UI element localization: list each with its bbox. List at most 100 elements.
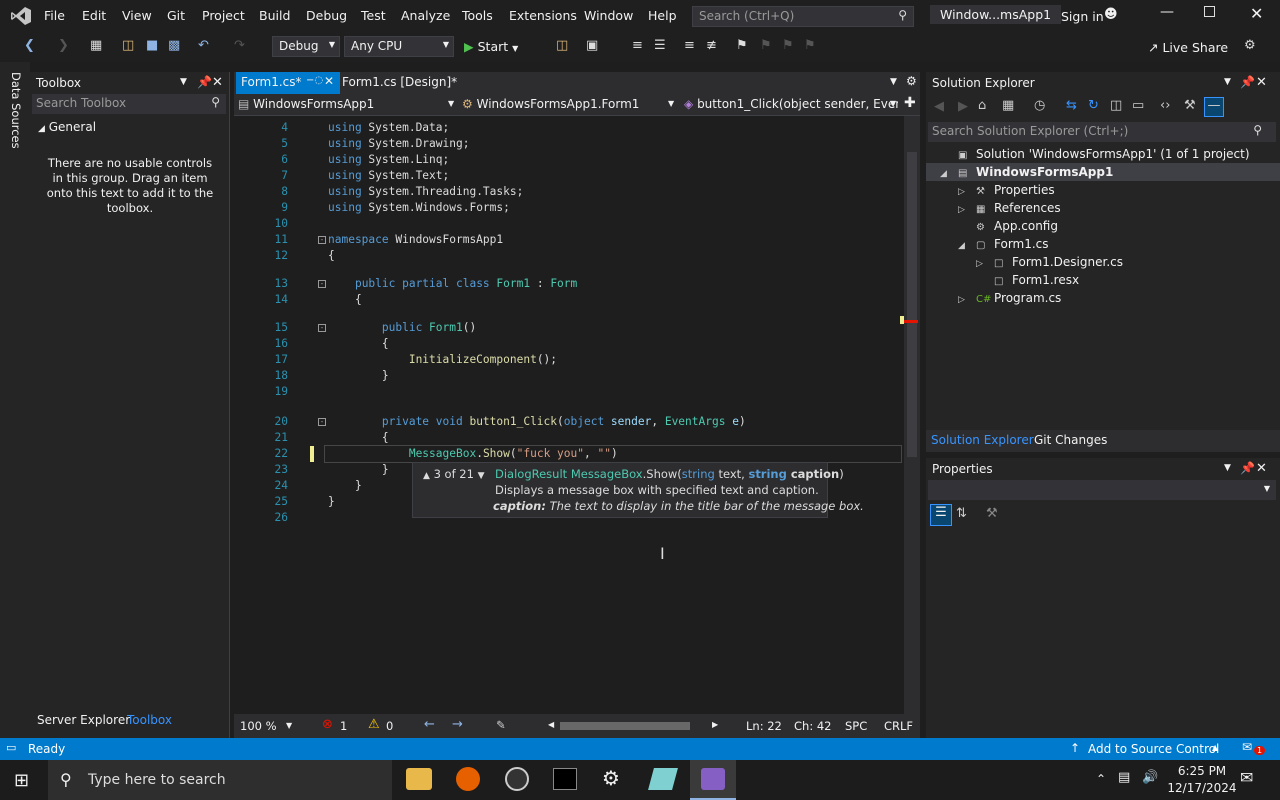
member-dropdown[interactable]: ◈ button1_Click(object sender, Event (684, 97, 898, 111)
align-icon[interactable]: ≡ (632, 38, 643, 53)
code-line[interactable]: { (328, 292, 362, 308)
code-line[interactable]: } (328, 478, 362, 494)
close-icon[interactable]: ✕ (212, 75, 223, 90)
bookmark-next-icon[interactable]: ⚑ (782, 38, 794, 53)
action-center-icon[interactable]: ✉ (1240, 768, 1253, 787)
start-button[interactable]: ▶ Start ▼ (464, 39, 518, 54)
overload-down-icon[interactable]: ▼ (478, 471, 485, 481)
uncomment-icon[interactable]: ≢ (706, 38, 717, 53)
open-file-icon[interactable]: ◫ (556, 38, 568, 53)
forward-icon[interactable]: ▶ (958, 99, 968, 114)
error-icon[interactable]: ⊗ (322, 717, 333, 732)
windows-start-icon[interactable]: ⊞ (14, 770, 29, 791)
menu-git[interactable]: Git (167, 8, 185, 23)
tree-item[interactable]: ▣ Solution 'WindowsFormsApp1' (1 of 1 pro… (940, 145, 1270, 163)
object-selector-dropdown[interactable]: ▼ (928, 480, 1276, 500)
zoom-level[interactable]: 100 % (240, 719, 277, 733)
network-icon[interactable]: ▤ (1118, 770, 1130, 785)
code-line[interactable]: { (328, 430, 389, 446)
menu-window[interactable]: Window (584, 8, 633, 23)
tree-item[interactable]: ⚙ App.config (958, 217, 1270, 235)
code-line[interactable]: { (328, 336, 389, 352)
terminal-icon[interactable] (553, 768, 577, 790)
close-button[interactable]: ✕ (1250, 4, 1263, 23)
properties-wrench-icon[interactable]: ⚒ (1184, 98, 1196, 113)
visual-studio-taskbar-icon[interactable] (690, 760, 736, 800)
tab-form1-design[interactable]: Form1.cs [Design]* (342, 75, 457, 89)
class-dropdown[interactable]: ⚙ WindowsFormsApp1.Form1 ▼ (462, 97, 676, 111)
switch-views-icon[interactable]: ▦ (1002, 98, 1014, 113)
menu-tools[interactable]: Tools (462, 8, 493, 23)
feedback-icon[interactable]: ⚙ (1244, 38, 1256, 53)
brush-icon[interactable]: ✎ (496, 718, 506, 732)
scroll-left-icon[interactable]: ◀ (548, 720, 554, 729)
collapse-toggle-icon[interactable]: - (318, 418, 326, 426)
gear-icon[interactable]: ⚙ (906, 74, 917, 88)
minimize-button[interactable]: — (1160, 4, 1174, 20)
sync-icon[interactable]: ⇆ (1066, 98, 1077, 113)
app-icon[interactable] (648, 768, 678, 790)
code-line[interactable]: using System.Data; (328, 120, 449, 136)
close-icon[interactable]: ✕ (324, 74, 334, 88)
code-line[interactable]: public Form1() (328, 320, 476, 336)
volume-icon[interactable]: 🔊 (1142, 770, 1158, 785)
configuration-dropdown[interactable]: Debug ▼ (272, 36, 340, 57)
menu-project[interactable]: Project (202, 8, 245, 23)
data-sources-tab[interactable]: Data Sources (9, 72, 23, 149)
toolbox-search-input[interactable]: Search Toolbox ⚲ (32, 94, 226, 114)
expanded-arrow-icon[interactable]: ◢ (958, 237, 976, 255)
vertical-scrollbar[interactable] (900, 116, 920, 714)
code-line[interactable]: namespace WindowsFormsApp1 (328, 232, 503, 248)
line-ending[interactable]: CRLF (884, 719, 913, 733)
code-line[interactable]: private void button1_Click(object sender… (328, 414, 746, 430)
live-share-button[interactable]: ↗ Live Share (1148, 40, 1228, 55)
menu-file[interactable]: File (44, 8, 65, 23)
split-icon[interactable]: ✚ (904, 95, 916, 111)
code-line[interactable]: } (328, 494, 335, 510)
visual-studio-logo-icon[interactable] (10, 6, 32, 26)
bookmark-icon[interactable]: ⚑ (736, 38, 748, 53)
menu-help[interactable]: Help (648, 8, 677, 23)
menu-extensions[interactable]: Extensions (509, 8, 577, 23)
nav-back-icon[interactable]: ← (424, 717, 435, 732)
back-icon[interactable]: ◀ (934, 99, 944, 114)
collapse-toggle-icon[interactable]: - (318, 324, 326, 332)
show-all-files-icon[interactable]: ▭ (1132, 98, 1144, 113)
pin-icon[interactable]: 📌 (1240, 461, 1255, 475)
refresh-icon[interactable]: ↻ (1088, 98, 1099, 113)
code-line[interactable]: using System.Windows.Forms; (328, 200, 510, 216)
add-to-source-control-button[interactable]: Add to Source Control (1088, 742, 1219, 756)
clock-time[interactable]: 6:25 PM (1172, 764, 1232, 778)
browser-link-icon[interactable]: ▣ (586, 38, 598, 53)
nav-forward-icon[interactable]: → (452, 717, 463, 732)
firefox-icon[interactable] (456, 767, 480, 791)
expanded-arrow-icon[interactable]: ◢ (940, 165, 958, 183)
tree-item[interactable]: ▷ ⚒ Properties (958, 181, 1270, 199)
notification-bell-icon[interactable]: ✉ (1242, 740, 1252, 754)
bookmark-clear-icon[interactable]: ⚑ (804, 38, 816, 53)
collapse-all-icon[interactable]: ◫ (1110, 98, 1122, 113)
code-line[interactable]: using System.Linq; (328, 152, 449, 168)
forward-icon[interactable]: ❯ (58, 38, 69, 53)
home-icon[interactable]: ⌂ (978, 98, 986, 113)
property-pages-icon[interactable]: ⚒ (986, 506, 998, 521)
obs-icon[interactable] (505, 767, 529, 791)
chevron-down-icon[interactable]: ▼ (890, 99, 896, 108)
scrollbar-thumb[interactable] (907, 152, 917, 457)
tree-item[interactable]: ▷ C# Program.cs (958, 289, 1270, 307)
menu-view[interactable]: View (122, 8, 152, 23)
close-icon[interactable]: ✕ (1256, 75, 1267, 90)
history-icon[interactable]: ◷ (1034, 98, 1045, 113)
save-all-icon[interactable]: ▩ (168, 38, 180, 53)
code-line[interactable]: { (328, 248, 335, 264)
platform-dropdown[interactable]: Any CPU ▼ (344, 36, 454, 57)
chevron-down-icon[interactable]: ▼ (1224, 77, 1231, 87)
chevron-up-icon[interactable]: ⌃ (1096, 772, 1106, 786)
tab-toolbox[interactable]: Toolbox (127, 713, 172, 727)
tree-item[interactable]: □ Form1.resx (976, 271, 1270, 289)
maximize-button[interactable] (1204, 6, 1215, 17)
save-icon[interactable]: ■ (146, 38, 158, 53)
clock-date[interactable]: 12/17/2024 (1166, 781, 1238, 795)
column-number[interactable]: Ch: 42 (794, 719, 831, 733)
tree-item[interactable]: ▷ ▦ References (958, 199, 1270, 217)
